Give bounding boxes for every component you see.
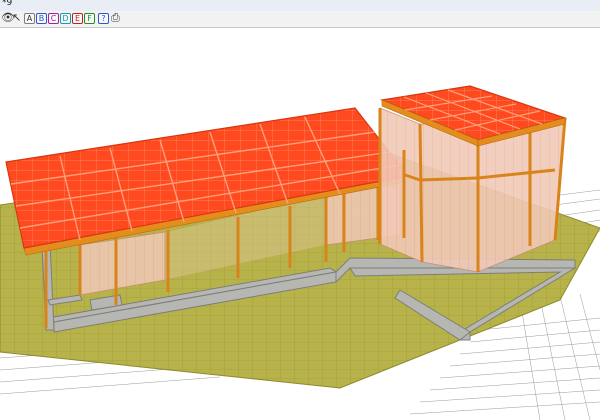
pointer-icon[interactable]: ↖	[12, 12, 21, 24]
window-title: *9	[2, 0, 13, 8]
layer-e-button[interactable]: E	[72, 13, 83, 24]
3d-viewport[interactable]	[0, 28, 600, 420]
layer-a-button[interactable]: A	[24, 13, 35, 24]
building-model-svg	[0, 85, 600, 420]
help-button[interactable]: ?	[98, 13, 109, 24]
layer-f-button[interactable]: F	[84, 13, 95, 24]
toolbar: 👁 ↖ A B C D E F ? ⎙	[0, 11, 600, 28]
layer-d-button[interactable]: D	[60, 13, 71, 24]
layer-b-button[interactable]: B	[36, 13, 47, 24]
print-icon[interactable]: ⎙	[111, 12, 120, 24]
tower-left-glass	[379, 107, 423, 263]
layer-c-button[interactable]: C	[48, 13, 59, 24]
